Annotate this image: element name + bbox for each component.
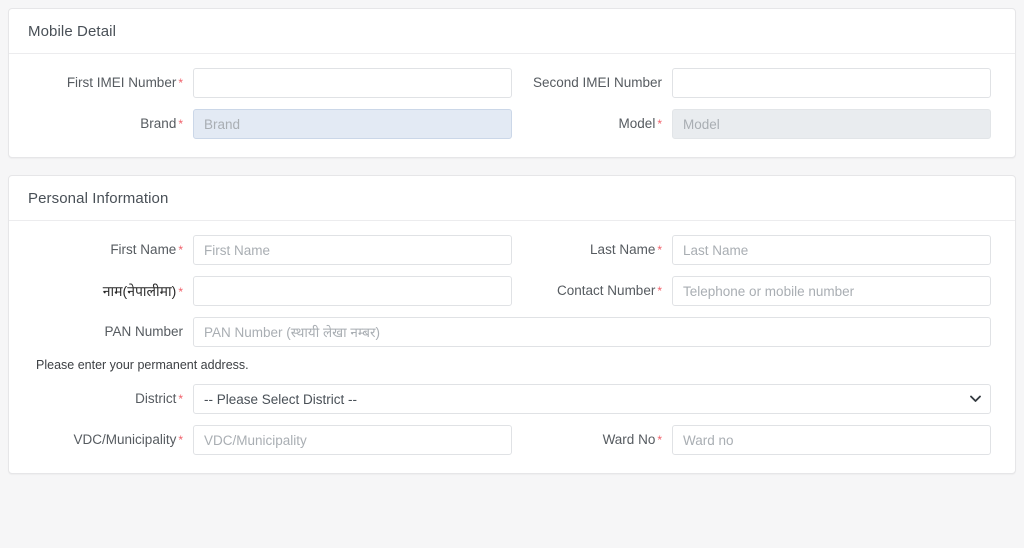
required-asterisk: * xyxy=(657,284,662,298)
brand-label-text: Brand xyxy=(140,116,176,131)
required-asterisk: * xyxy=(657,243,662,257)
model-label-text: Model xyxy=(619,116,656,131)
name-nepali-group: नाम(नेपालीमा)* xyxy=(33,276,512,306)
brand-model-row: Brand* Model* xyxy=(33,109,991,139)
pan-number-row: PAN Number xyxy=(33,317,991,347)
name-nepali-label-text: नाम(नेपालीमा) xyxy=(103,283,177,299)
first-name-input[interactable] xyxy=(193,235,512,265)
required-asterisk: * xyxy=(178,117,183,131)
required-asterisk: * xyxy=(178,433,183,447)
required-asterisk: * xyxy=(178,243,183,257)
personal-information-card-header: Personal Information xyxy=(9,176,1015,221)
personal-information-title: Personal Information xyxy=(28,190,168,207)
contact-number-label-text: Contact Number xyxy=(557,283,655,298)
pan-number-label-text: PAN Number xyxy=(104,324,183,339)
second-imei-input[interactable] xyxy=(672,68,991,98)
required-asterisk: * xyxy=(657,117,662,131)
required-asterisk: * xyxy=(178,285,183,299)
district-group: District* -- Please Select District -- xyxy=(33,384,991,414)
personal-information-card: Personal Information First Name* Last Na… xyxy=(8,175,1016,474)
contact-number-label: Contact Number* xyxy=(512,282,672,300)
first-name-label-text: First Name xyxy=(110,242,176,257)
district-label-text: District xyxy=(135,391,176,406)
mobile-detail-title: Mobile Detail xyxy=(28,23,116,40)
last-name-group: Last Name* xyxy=(512,235,991,265)
permanent-address-note: Please enter your permanent address. xyxy=(36,358,991,372)
district-select[interactable]: -- Please Select District -- xyxy=(193,384,991,414)
required-asterisk: * xyxy=(178,392,183,406)
required-asterisk: * xyxy=(178,76,183,90)
model-label: Model* xyxy=(512,115,672,133)
second-imei-label-text: Second IMEI Number xyxy=(533,75,662,90)
ward-no-input[interactable] xyxy=(672,425,991,455)
district-row: District* -- Please Select District -- xyxy=(33,384,991,414)
first-imei-group: First IMEI Number* xyxy=(33,68,512,98)
vdc-municipality-label: VDC/Municipality* xyxy=(33,431,193,449)
ward-no-group: Ward No* xyxy=(512,425,991,455)
pan-number-label: PAN Number xyxy=(33,323,193,341)
vdc-ward-row: VDC/Municipality* Ward No* xyxy=(33,425,991,455)
name-nepali-label: नाम(नेपालीमा)* xyxy=(33,282,193,301)
last-name-label-text: Last Name xyxy=(590,242,655,257)
mobile-detail-card: Mobile Detail First IMEI Number* Second … xyxy=(8,8,1016,158)
imei-row: First IMEI Number* Second IMEI Number xyxy=(33,68,991,98)
brand-label: Brand* xyxy=(33,115,193,133)
vdc-municipality-label-text: VDC/Municipality xyxy=(74,432,177,447)
brand-group: Brand* xyxy=(33,109,512,139)
model-group: Model* xyxy=(512,109,991,139)
second-imei-label: Second IMEI Number xyxy=(512,74,672,92)
second-imei-group: Second IMEI Number xyxy=(512,68,991,98)
contact-number-group: Contact Number* xyxy=(512,276,991,306)
first-imei-input[interactable] xyxy=(193,68,512,98)
mobile-detail-card-header: Mobile Detail xyxy=(9,9,1015,54)
last-name-input[interactable] xyxy=(672,235,991,265)
contact-number-input[interactable] xyxy=(672,276,991,306)
ward-no-label-text: Ward No xyxy=(603,432,656,447)
first-imei-label: First IMEI Number* xyxy=(33,74,193,92)
pan-number-input[interactable] xyxy=(193,317,991,347)
vdc-municipality-input[interactable] xyxy=(193,425,512,455)
vdc-municipality-group: VDC/Municipality* xyxy=(33,425,512,455)
name-row: First Name* Last Name* xyxy=(33,235,991,265)
pan-number-group: PAN Number xyxy=(33,317,991,347)
nepali-name-contact-row: नाम(नेपालीमा)* Contact Number* xyxy=(33,276,991,306)
first-name-label: First Name* xyxy=(33,241,193,259)
required-asterisk: * xyxy=(657,433,662,447)
district-label: District* xyxy=(33,390,193,408)
district-select-wrapper[interactable]: -- Please Select District -- xyxy=(193,384,991,414)
registration-form-page: Mobile Detail First IMEI Number* Second … xyxy=(0,0,1024,548)
district-selected-value: -- Please Select District -- xyxy=(204,392,357,407)
mobile-detail-card-body: First IMEI Number* Second IMEI Number Br… xyxy=(9,54,1015,157)
first-name-group: First Name* xyxy=(33,235,512,265)
brand-input[interactable] xyxy=(193,109,512,139)
last-name-label: Last Name* xyxy=(512,241,672,259)
ward-no-label: Ward No* xyxy=(512,431,672,449)
personal-information-card-body: First Name* Last Name* नाम(नेपालीमा)* xyxy=(9,221,1015,473)
first-imei-label-text: First IMEI Number xyxy=(67,75,177,90)
model-input xyxy=(672,109,991,139)
name-nepali-input[interactable] xyxy=(193,276,512,306)
